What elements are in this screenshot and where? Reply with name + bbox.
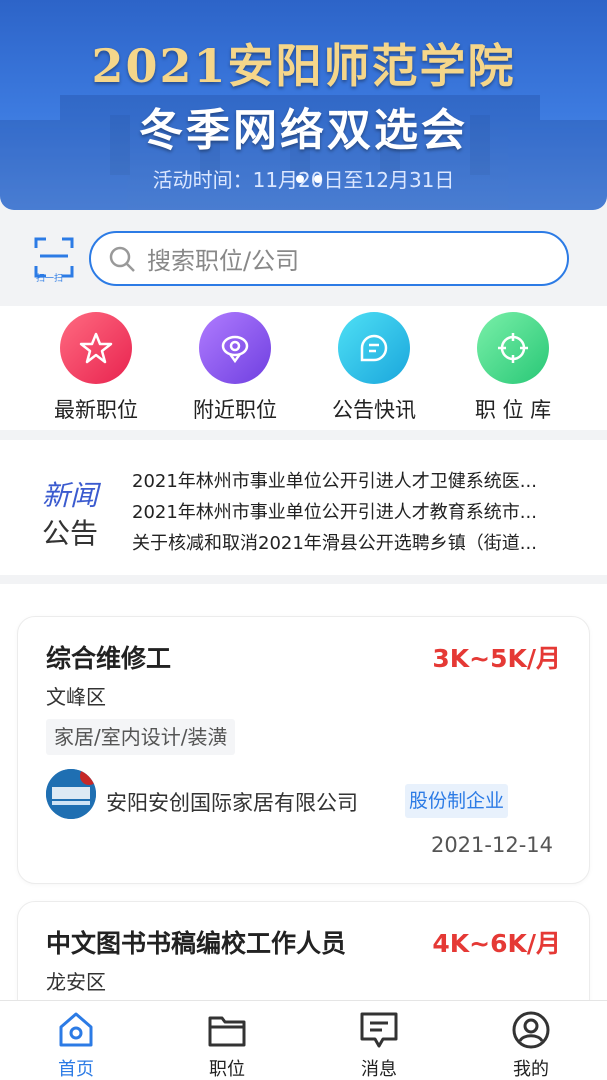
search-icon <box>109 246 135 272</box>
news-item[interactable]: 2021年林州市事业单位公开引进人才教育系统市... <box>132 497 572 528</box>
job-salary: 4K~6K/月 <box>432 929 561 958</box>
news-list: 2021年林州市事业单位公开引进人才卫健系统医... 2021年林州市事业单位公… <box>132 466 572 559</box>
carousel-indicator <box>296 175 322 183</box>
news-item[interactable]: 2021年林州市事业单位公开引进人才卫健系统医... <box>132 466 572 497</box>
folder-icon <box>208 1016 246 1047</box>
home-icon <box>59 1012 93 1047</box>
tab-label: 首页 <box>58 1059 94 1080</box>
company-name: 安阳安创国际家居有限公司 <box>106 791 358 815</box>
post-date: 2021-12-14 <box>430 833 553 857</box>
tab-messages[interactable]: 消息 <box>329 1009 429 1080</box>
job-card[interactable]: 中文图书书稿编校工作人员 4K~6K/月 龙安区 <box>17 901 590 1000</box>
tab-jobs[interactable]: 职位 <box>177 1009 277 1080</box>
tab-label: 我的 <box>513 1059 549 1080</box>
target-icon <box>477 312 549 384</box>
tab-profile[interactable]: 我的 <box>481 1009 581 1080</box>
message-icon <box>338 312 410 384</box>
job-salary: 3K~5K/月 <box>432 644 561 673</box>
star-icon <box>60 312 132 384</box>
tab-label: 职位 <box>209 1059 245 1080</box>
scan-label: 扫一扫 <box>36 274 64 284</box>
location-icon <box>199 312 271 384</box>
company-logo <box>46 769 96 819</box>
menu-label: 公告快讯 <box>332 398 416 422</box>
announcement-tag: 公告 <box>42 517 99 550</box>
bottom-tab-bar: 首页 职位 消息 我的 <box>0 1000 607 1080</box>
news-tag: 新闻 <box>42 479 99 512</box>
menu-job-library[interactable]: 职 位 库 <box>453 312 573 424</box>
job-area: 龙安区 <box>46 970 106 994</box>
job-title: 综合维修工 <box>46 644 172 673</box>
quick-menu: 最新职位 附近职位 公告快讯 职 位 库 <box>0 306 607 430</box>
industry-tag: 家居/室内设计/装潢 <box>46 719 236 755</box>
menu-announcements[interactable]: 公告快讯 <box>314 312 434 424</box>
job-list: 综合维修工 3K~5K/月 文峰区 家居/室内设计/装潢 安阳安创国际家居有限公… <box>0 584 607 1000</box>
company-type-badge: 股份制企业 <box>405 784 509 818</box>
news-item[interactable]: 关于核减和取消2021年滑县公开选聘乡镇（街道... <box>132 528 572 559</box>
search-placeholder: 搜索职位/公司 <box>147 247 300 275</box>
news-section: 新闻 公告 2021年林州市事业单位公开引进人才卫健系统医... 2021年林州… <box>0 440 607 575</box>
menu-nearby-jobs[interactable]: 附近职位 <box>175 312 295 424</box>
job-area: 文峰区 <box>46 685 106 709</box>
tab-home[interactable]: 首页 <box>26 1009 126 1080</box>
job-title: 中文图书书稿编校工作人员 <box>46 929 347 958</box>
chat-icon <box>360 1012 398 1048</box>
menu-latest-jobs[interactable]: 最新职位 <box>36 312 156 424</box>
job-card[interactable]: 综合维修工 3K~5K/月 文峰区 家居/室内设计/装潢 安阳安创国际家居有限公… <box>17 616 590 884</box>
banner-title: 2021安阳师范学院 <box>91 39 516 93</box>
menu-label: 职 位 库 <box>474 398 552 422</box>
menu-label: 附近职位 <box>193 398 277 422</box>
menu-label: 最新职位 <box>54 398 138 422</box>
banner-subtitle-title: 冬季网络双选会 <box>139 105 468 156</box>
search-input[interactable]: 搜索职位/公司 <box>89 231 569 286</box>
tab-label: 消息 <box>361 1059 397 1080</box>
event-banner[interactable]: 2021安阳师范学院 冬季网络双选会 活动时间：11月20日至12月31日 <box>0 0 607 210</box>
user-icon <box>512 1011 550 1049</box>
